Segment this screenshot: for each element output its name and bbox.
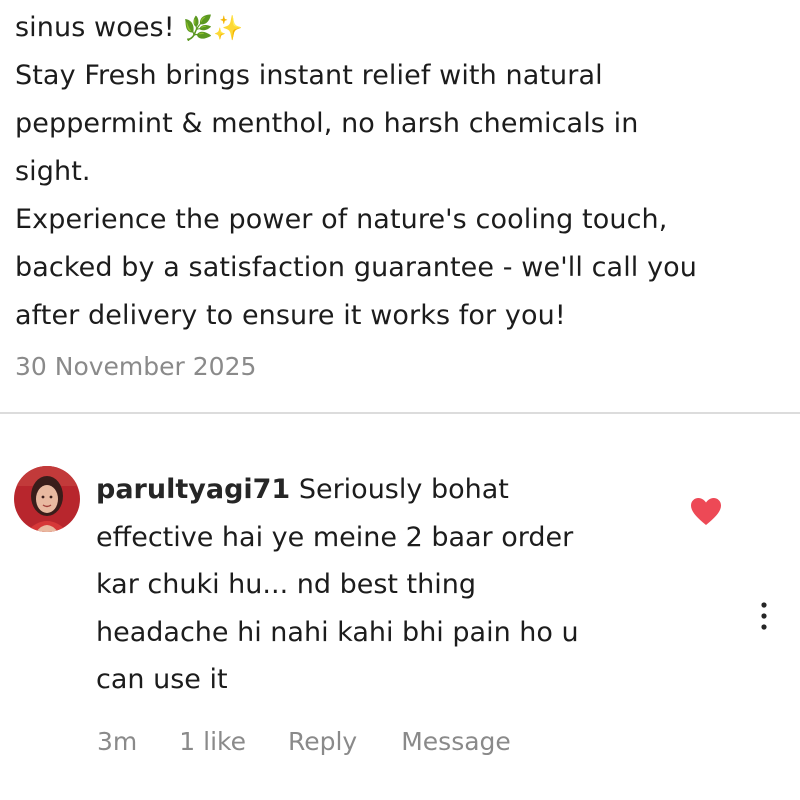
comment-text: kar chuki hu... nd best thing (96, 569, 477, 600)
caption-line: after delivery to ensure it works for yo… (15, 300, 566, 331)
post-date: 30 November 2025 (15, 352, 257, 381)
caption-line: Stay Fresh brings instant relief with na… (15, 60, 603, 91)
divider (0, 412, 800, 414)
comment-actions: 3m 1 like Reply Message (97, 727, 511, 756)
comment-text: Seriously bohat (298, 474, 509, 505)
comment-like-count[interactable]: 1 like (179, 727, 246, 756)
comment-text: headache hi nahi kahi bhi pain ho u (96, 616, 579, 648)
herb-sparkles-emoji-icon: 🌿✨ (183, 14, 244, 42)
commenter-avatar[interactable] (14, 466, 80, 532)
comment-text: effective hai ye meine 2 baar order (96, 521, 574, 553)
comment-body: parultyagi71 Seriously bohat effective h… (96, 466, 686, 704)
caption-line: peppermint & menthol, no harsh chemicals… (15, 108, 639, 139)
caption-line: sight. (15, 156, 91, 187)
like-heart-icon[interactable] (690, 497, 722, 527)
caption-line: backed by a satisfaction guarantee - we'… (15, 252, 697, 283)
comment-time: 3m (97, 727, 138, 756)
comment-username[interactable]: parultyagi71 (96, 474, 290, 505)
reply-button[interactable]: Reply (288, 727, 357, 756)
post-caption: sinus woes! 🌿✨ Stay Fresh brings instant… (15, 4, 800, 340)
comment-text: can use it (96, 664, 228, 695)
message-button[interactable]: Message (401, 727, 511, 756)
more-options-icon[interactable] (752, 600, 776, 632)
avatar-photo-icon (14, 466, 80, 532)
caption-line: sinus woes! (15, 12, 175, 43)
caption-line: Experience the power of nature's cooling… (15, 204, 668, 235)
